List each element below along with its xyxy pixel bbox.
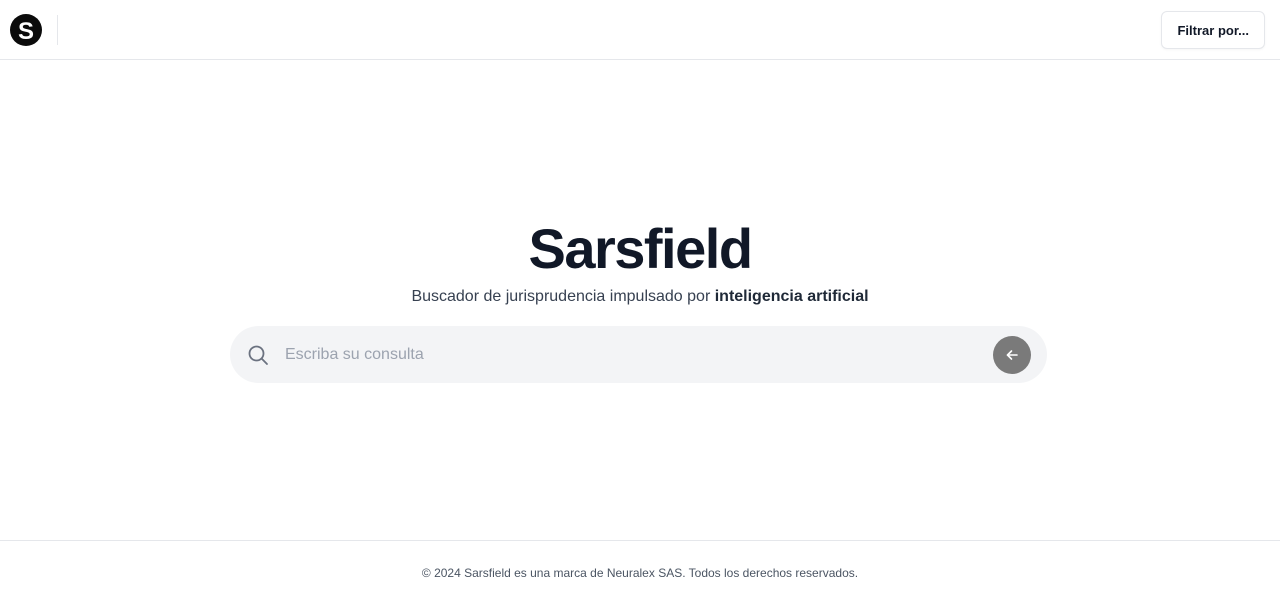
svg-text:S: S [18, 18, 34, 45]
page-title: Sarsfield [528, 217, 753, 280]
search-input[interactable] [285, 326, 975, 383]
submit-button[interactable] [993, 336, 1031, 374]
subtitle: Buscador de jurisprudencia impulsado por… [0, 286, 1280, 308]
search-bar [230, 326, 1047, 383]
top-bar: S Filtrar por... [0, 0, 1280, 60]
search-icon [248, 345, 268, 365]
filter-button[interactable]: Filtrar por... [1161, 11, 1265, 49]
header-divider [57, 15, 58, 45]
arrow-left-icon [1006, 350, 1018, 360]
subtitle-text: Buscador de jurisprudencia impulsado por [411, 288, 715, 305]
footer: © 2024 Sarsfield es una marca de Neurale… [0, 540, 1280, 604]
logo[interactable]: S [10, 14, 42, 46]
copyright-text: © 2024 Sarsfield es una marca de Neurale… [421, 566, 859, 580]
sarsfield-s-logo-icon: S [18, 18, 34, 45]
hero: Sarsfield Buscador de jurisprudencia imp… [0, 214, 1280, 308]
subtitle-emphasis: inteligencia artificial [714, 288, 869, 305]
